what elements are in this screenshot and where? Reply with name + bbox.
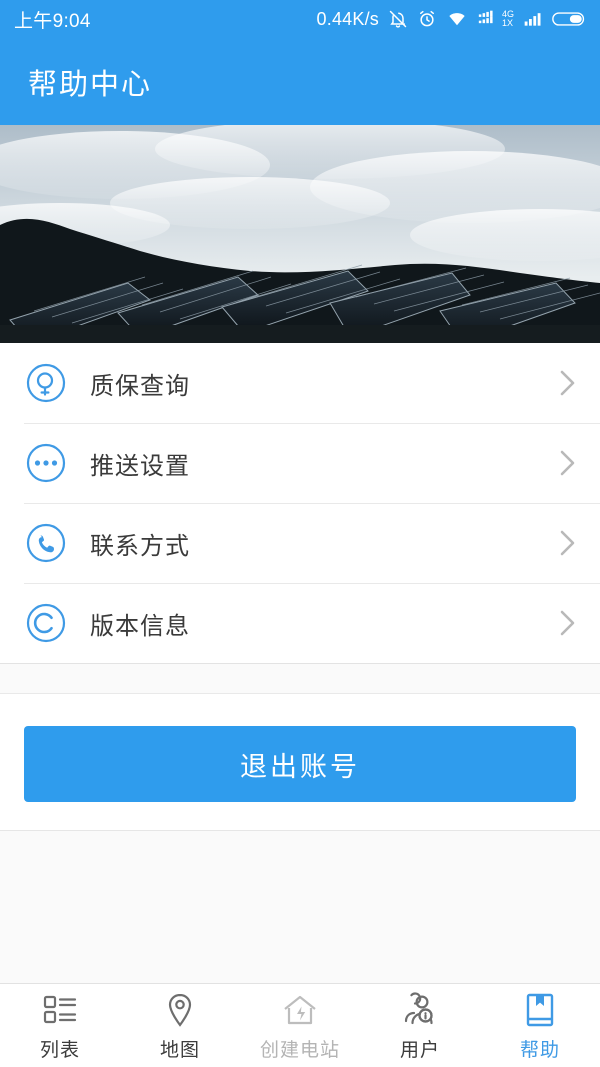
menu-item-contact[interactable]: 联系方式 [0, 503, 600, 583]
signal-1-icon: 4G 1X [477, 9, 514, 29]
solar-farm-illustration [0, 125, 600, 343]
content-area: 质保查询 推送设置 联系方式 版本信息 退出账号 [0, 125, 600, 983]
network-label-bottom: 1X [501, 18, 513, 28]
menu-item-label: 版本信息 [90, 612, 190, 640]
help-menu-list: 质保查询 推送设置 联系方式 版本信息 [0, 343, 600, 663]
status-bar: 上午9:04 0.44K/s 4G 1X [0, 0, 600, 38]
house-bolt-icon [284, 995, 316, 1024]
status-time: 上午9:04 [14, 10, 91, 32]
list-icon [43, 995, 77, 1023]
banner-image [0, 125, 600, 343]
users-info-icon [404, 991, 433, 1024]
chevron-right-icon [560, 610, 575, 636]
network-speed: 0.44K/s [316, 8, 379, 29]
tab-user[interactable]: 用户 [360, 984, 480, 1067]
network-type-labels: 4G 1X [502, 10, 514, 28]
page-title: 帮助中心 [28, 68, 153, 101]
tab-help[interactable]: 帮助 [480, 984, 600, 1067]
tab-map[interactable]: 地图 [120, 984, 240, 1067]
logout-button[interactable]: 退出账号 [24, 726, 576, 802]
phone-circle-icon [26, 523, 66, 563]
menu-item-label: 联系方式 [90, 532, 190, 560]
bell-muted-icon [389, 10, 407, 28]
status-icons: 0.44K/s 4G 1X [317, 9, 586, 30]
tab-label: 用户 [399, 1039, 440, 1061]
alarm-icon [419, 10, 434, 27]
menu-item-label: 质保查询 [90, 372, 190, 400]
menu-item-version-info[interactable]: 版本信息 [0, 583, 600, 663]
tab-label: 创建电站 [259, 1039, 340, 1061]
copyright-circle-icon [26, 603, 66, 643]
section-gap-band [0, 664, 600, 694]
signal-2-icon [524, 13, 541, 26]
menu-item-label: 推送设置 [90, 452, 190, 480]
battery-icon [552, 12, 585, 26]
wifi-icon [449, 13, 465, 26]
chevron-right-icon [560, 530, 575, 556]
menu-item-warranty-query[interactable]: 质保查询 [0, 343, 600, 423]
page-header: 帮助中心 [0, 38, 600, 125]
bottom-navigation: 列表 地图 创建电站 用户 帮助 [0, 983, 600, 1067]
app-screen: 上午9:04 0.44K/s 4G 1X 帮助中心 质保查询 推送设置 联系方式… [0, 0, 600, 1067]
tab-label: 帮助 [519, 1039, 560, 1061]
tab-create-station[interactable]: 创建电站 [240, 984, 360, 1067]
tab-label: 列表 [39, 1039, 80, 1061]
tab-list[interactable]: 列表 [0, 984, 120, 1067]
map-pin-icon [168, 993, 192, 1027]
chevron-right-icon [560, 370, 575, 396]
book-bookmark-icon [526, 993, 554, 1026]
tab-label: 地图 [159, 1039, 200, 1061]
dots-circle-icon [26, 443, 66, 483]
menu-item-push-settings[interactable]: 推送设置 [0, 423, 600, 503]
logout-section: 退出账号 [0, 694, 600, 830]
empty-space [0, 831, 600, 983]
chevron-right-icon [560, 450, 575, 476]
search-circle-icon [26, 363, 66, 403]
